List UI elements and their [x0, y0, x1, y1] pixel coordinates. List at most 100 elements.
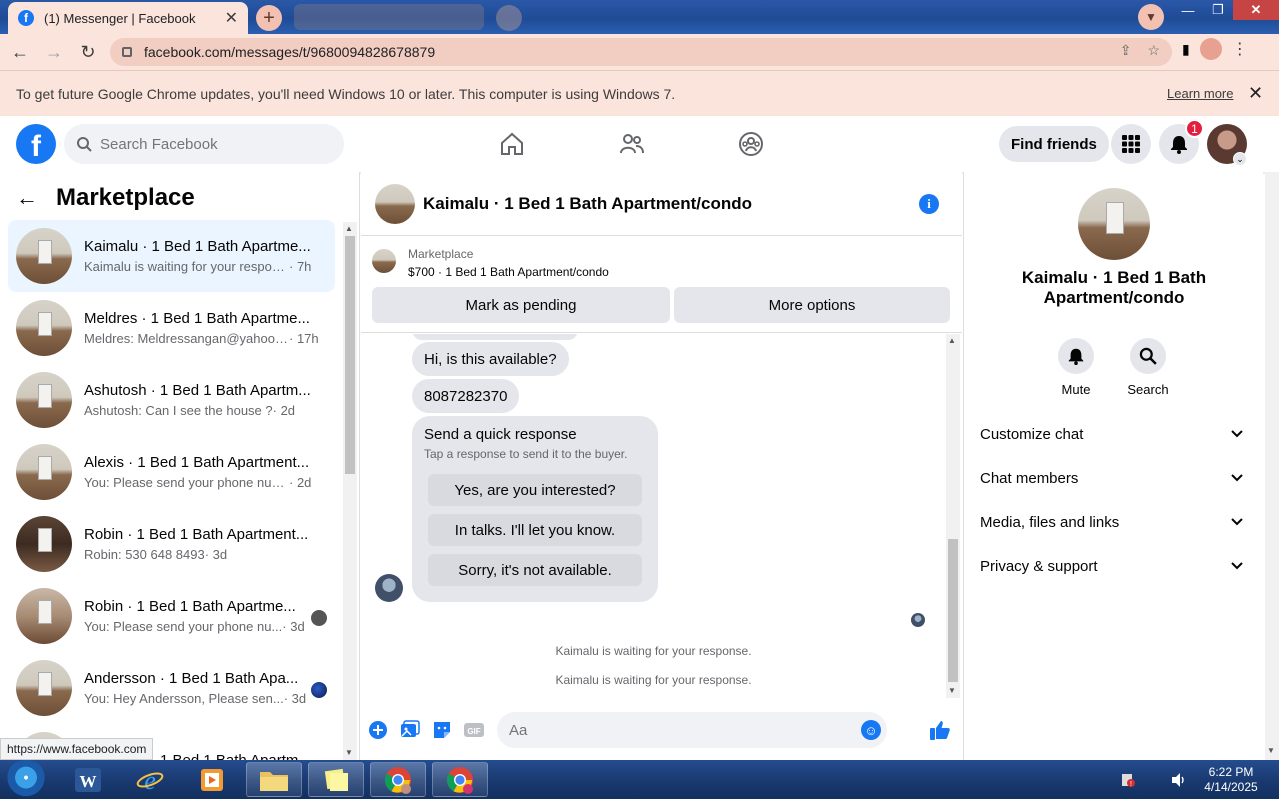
more-options-button[interactable]: More options	[674, 287, 950, 323]
search-conversation-button[interactable]: Search	[1118, 338, 1178, 397]
address-bar[interactable]: facebook.com/messages/t/9680094828678879…	[110, 38, 1172, 66]
scrollbar-thumb[interactable]	[345, 236, 355, 474]
menu-grid-icon[interactable]	[1111, 124, 1151, 164]
tab-title: (1) Messenger | Facebook	[44, 10, 196, 26]
internet-explorer-icon[interactable]: e	[122, 762, 178, 797]
scroll-up-icon[interactable]: ▲	[948, 336, 956, 345]
page-scrollbar[interactable]: ▼	[1265, 172, 1279, 760]
groups-icon[interactable]	[737, 130, 765, 158]
conversation-item[interactable]: Andersson · 1 Bed 1 Bath Apa... You: Hey…	[8, 652, 335, 724]
customize-chat-section[interactable]: Customize chat	[972, 414, 1252, 454]
quick-response-button[interactable]: Yes, are you interested?	[428, 474, 642, 506]
facebook-header: f Find friends 1 ⌄	[0, 116, 1279, 172]
back-arrow-icon[interactable]: ←	[6, 38, 34, 66]
listing-thumbnail	[16, 588, 72, 644]
chrome-profile-icon[interactable]	[432, 762, 488, 797]
seen-avatar	[311, 682, 327, 698]
search-input[interactable]	[100, 135, 320, 153]
chrome-icon[interactable]	[370, 762, 426, 797]
profile-avatar-icon[interactable]	[1199, 38, 1222, 60]
gif-icon[interactable]: GIF	[464, 720, 484, 740]
learn-more-link[interactable]: Learn more	[1167, 86, 1233, 101]
message-thread[interactable]: Hi, is this available? 8087282370 Send a…	[361, 334, 946, 698]
conversation-item[interactable]: Robin · 1 Bed 1 Bath Apartme... You: Ple…	[8, 580, 335, 652]
restore-window-icon[interactable]: ❐	[1203, 0, 1233, 20]
scroll-down-icon[interactable]: ▼	[948, 686, 956, 695]
volume-icon[interactable]	[1170, 772, 1188, 788]
scroll-up-icon[interactable]: ▲	[345, 224, 353, 233]
tab-search-chevron-icon[interactable]: ▼	[1138, 4, 1164, 30]
account-chevron-down-icon[interactable]: ⌄	[1233, 152, 1247, 166]
chat-title[interactable]: Kaimalu · 1 Bed 1 Bath Apartment/condo	[423, 194, 752, 214]
section-label: Customize chat	[980, 425, 1084, 443]
listing-thumbnail	[16, 660, 72, 716]
conversation-list-scrollbar[interactable]: ▲ ▼	[343, 222, 357, 760]
tab-close-icon[interactable]: ✕	[225, 8, 238, 28]
browser-tab-active[interactable]: f (1) Messenger | Facebook ✕	[8, 2, 248, 34]
listing-price-title[interactable]: $700 · 1 Bed 1 Bath Apartment/condo	[408, 265, 609, 279]
find-friends-button[interactable]: Find friends	[999, 126, 1109, 162]
photo-icon[interactable]	[400, 720, 420, 740]
sticker-icon[interactable]	[432, 720, 452, 740]
mark-as-pending-button[interactable]: Mark as pending	[372, 287, 670, 323]
browser-toolbar: ← → ↻ facebook.com/messages/t/9680094828…	[0, 34, 1279, 70]
infobar-close-icon[interactable]: ✕	[1248, 83, 1263, 104]
minimize-window-icon[interactable]: —	[1173, 0, 1203, 20]
forward-arrow-icon[interactable]: →	[40, 38, 68, 66]
conversation-item[interactable]: Alexis · 1 Bed 1 Bath Apartment... You: …	[8, 436, 335, 508]
close-window-icon[interactable]: ✕	[1233, 0, 1279, 20]
bookmark-star-icon[interactable]: ☆	[1147, 42, 1160, 59]
chat-details-avatar[interactable]	[1078, 188, 1150, 260]
info-icon[interactable]: i	[919, 194, 939, 214]
conversation-name: 1 Bed 1 Bath Apartm...	[160, 751, 311, 761]
chrome-menu-icon[interactable]: ⋮	[1232, 39, 1248, 59]
share-icon[interactable]: ⇪	[1120, 42, 1132, 59]
reload-icon[interactable]: ↻	[74, 38, 102, 66]
background-tab[interactable]	[294, 4, 484, 30]
conversation-item[interactable]: Ashutosh · 1 Bed 1 Bath Apartm... Ashuto…	[8, 364, 335, 436]
conversation-item[interactable]: Kaimalu · 1 Bed 1 Bath Apartme... Kaimal…	[8, 220, 335, 292]
scroll-down-icon[interactable]: ▼	[345, 748, 353, 757]
privacy-support-section[interactable]: Privacy & support	[972, 546, 1252, 586]
emoji-icon[interactable]: ☺	[861, 720, 881, 740]
facebook-logo-icon[interactable]: f	[16, 124, 56, 164]
quick-response-button[interactable]: Sorry, it's not available.	[428, 554, 642, 586]
taskbar-clock[interactable]: 6:22 PM 4/14/2025	[1196, 765, 1266, 795]
waiting-status-text: Kaimalu is waiting for your response.	[555, 673, 752, 687]
file-explorer-icon[interactable]	[246, 762, 302, 797]
lock-icon[interactable]	[122, 47, 132, 57]
quick-response-button[interactable]: In talks. I'll let you know.	[428, 514, 642, 546]
sticky-notes-icon[interactable]	[308, 762, 364, 797]
chat-members-section[interactable]: Chat members	[972, 458, 1252, 498]
friends-icon[interactable]	[618, 130, 646, 158]
browser-title-bar: f (1) Messenger | Facebook ✕ + ▼ — ❐ ✕	[0, 0, 1279, 34]
media-files-links-section[interactable]: Media, files and links	[972, 502, 1252, 542]
conversation-name: Andersson · 1 Bed 1 Bath Apa...	[84, 670, 299, 687]
conversation-time: · 3d	[282, 619, 305, 634]
conversation-snippet: You: Please send your phone nu...	[84, 619, 283, 634]
mute-button[interactable]: Mute	[1046, 338, 1106, 397]
listing-thumbnail[interactable]	[372, 249, 396, 273]
plus-circle-icon[interactable]	[368, 720, 388, 740]
media-player-icon[interactable]	[184, 762, 240, 797]
side-panel-icon[interactable]: ▮	[1182, 41, 1190, 58]
conversation-item[interactable]: Meldres · 1 Bed 1 Bath Apartme... Meldre…	[8, 292, 335, 364]
thumbs-up-icon[interactable]	[928, 718, 952, 742]
scroll-down-icon[interactable]: ▼	[1267, 746, 1275, 755]
windows-start-icon[interactable]	[4, 760, 48, 799]
home-icon[interactable]	[498, 130, 526, 158]
new-tab-button[interactable]: +	[256, 5, 282, 31]
link-status-bubble: https://www.facebook.com	[0, 738, 154, 760]
message-input-box[interactable]: ☺	[497, 712, 887, 748]
conversation-item[interactable]: Robin · 1 Bed 1 Bath Apartment... Robin:…	[8, 508, 335, 580]
listing-thumbnail	[16, 228, 72, 284]
network-warning-icon[interactable]: !	[1120, 772, 1136, 788]
message-input[interactable]	[509, 721, 839, 739]
scrollbar-thumb[interactable]	[948, 539, 958, 682]
message-thread-scrollbar[interactable]: ▲ ▼	[946, 334, 960, 698]
facebook-search-box[interactable]	[64, 124, 344, 164]
chat-avatar[interactable]	[375, 183, 415, 224]
word-icon[interactable]: W	[60, 762, 116, 797]
notification-badge: 1	[1185, 119, 1204, 138]
back-arrow-icon[interactable]: ←	[16, 185, 38, 211]
